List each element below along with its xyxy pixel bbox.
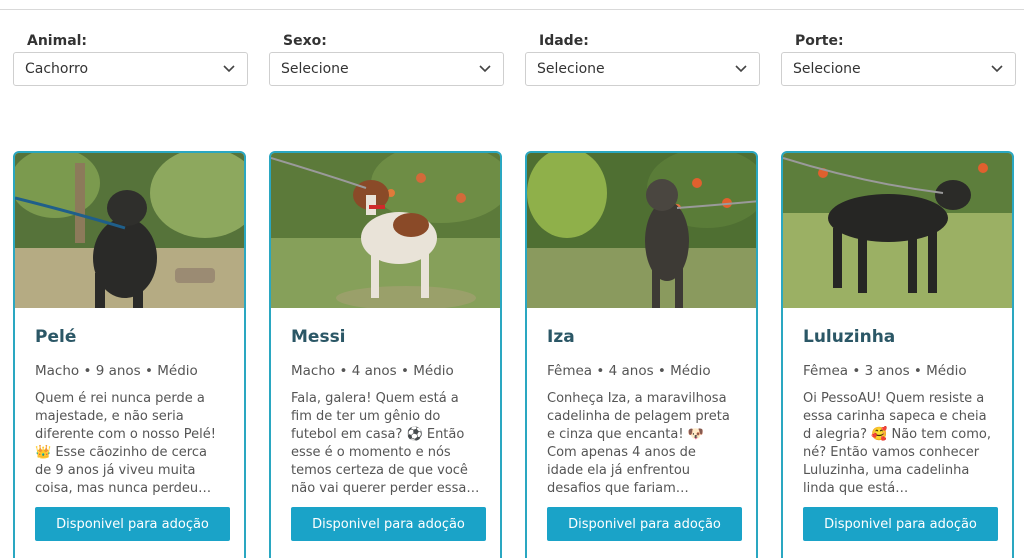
idade-select[interactable]: Selecione xyxy=(525,52,760,86)
pet-card[interactable]: Luluzinha Fêmea • 3 anos • Médio Oi Pess… xyxy=(781,151,1014,558)
pet-card[interactable]: Messi Macho • 4 anos • Médio Fala, galer… xyxy=(269,151,502,558)
pet-name: Luluzinha xyxy=(803,327,896,347)
filter-sexo-label: Sexo: xyxy=(283,33,327,49)
pet-meta: Fêmea • 3 anos • Médio xyxy=(803,363,967,379)
pet-description: Quem é rei nunca perde a majestade, e nã… xyxy=(35,391,216,496)
pet-description: Conheça Iza, a maravilhosa cadelinha de … xyxy=(547,391,730,496)
pet-name: Messi xyxy=(291,327,346,347)
filter-idade-label: Idade: xyxy=(539,33,589,49)
adopt-button[interactable]: Disponivel para adoção xyxy=(35,507,230,541)
adopt-button[interactable]: Disponivel para adoção xyxy=(291,507,486,541)
filter-sexo: Sexo: Selecione xyxy=(269,33,504,86)
filter-animal: Animal: Cachorro xyxy=(13,33,248,86)
chevron-down-icon xyxy=(990,62,1004,76)
pet-card[interactable]: Pelé Macho • 9 anos • Médio Quem é rei n… xyxy=(13,151,246,558)
chevron-down-icon xyxy=(734,62,748,76)
sexo-select-value: Selecione xyxy=(281,61,349,77)
pet-card[interactable]: Iza Fêmea • 4 anos • Médio Conheça Iza, … xyxy=(525,151,758,558)
idade-select-value: Selecione xyxy=(537,61,605,77)
pet-meta: Macho • 9 anos • Médio xyxy=(35,363,198,379)
porte-select-value: Selecione xyxy=(793,61,861,77)
filter-porte: Porte: Selecione xyxy=(781,33,1016,86)
sexo-select[interactable]: Selecione xyxy=(269,52,504,86)
pet-photo xyxy=(527,153,756,308)
pet-photo xyxy=(271,153,500,308)
adopt-button[interactable]: Disponivel para adoção xyxy=(803,507,998,541)
pet-name: Pelé xyxy=(35,327,77,347)
animal-select[interactable]: Cachorro xyxy=(13,52,248,86)
chevron-down-icon xyxy=(222,62,236,76)
filter-porte-label: Porte: xyxy=(795,33,844,49)
pet-meta: Macho • 4 anos • Médio xyxy=(291,363,454,379)
pet-photo xyxy=(783,153,1012,308)
adopt-button[interactable]: Disponivel para adoção xyxy=(547,507,742,541)
filter-animal-label: Animal: xyxy=(27,33,88,49)
header-divider xyxy=(0,9,1024,10)
pet-description: Fala, galera! Quem está a fim de ter um … xyxy=(291,391,480,496)
pet-photo xyxy=(15,153,244,308)
filter-idade: Idade: Selecione xyxy=(525,33,760,86)
pet-name: Iza xyxy=(547,327,575,347)
animal-select-value: Cachorro xyxy=(25,61,89,77)
pet-meta: Fêmea • 4 anos • Médio xyxy=(547,363,711,379)
pet-description: Oi PessoAU! Quem resiste a essa carinha … xyxy=(803,391,992,496)
porte-select[interactable]: Selecione xyxy=(781,52,1016,86)
chevron-down-icon xyxy=(478,62,492,76)
